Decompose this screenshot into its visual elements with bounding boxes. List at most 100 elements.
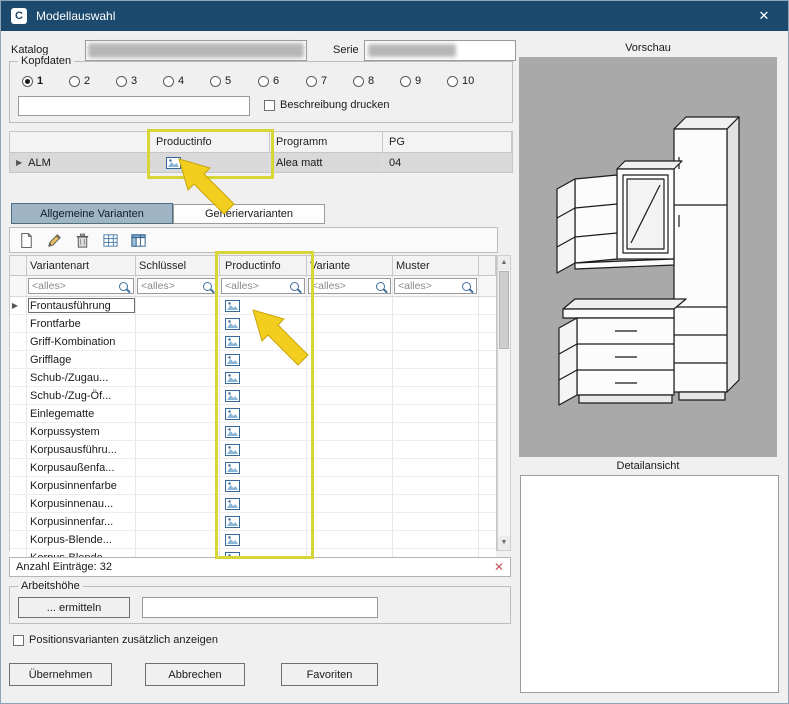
- variants-toolbar: [9, 227, 498, 253]
- beschreibung-drucken-checkbox[interactable]: Beschreibung drucken: [264, 99, 389, 111]
- katalog-input[interactable]: [85, 40, 307, 61]
- kopfdaten-text-input[interactable]: [18, 96, 250, 116]
- tab-allgemeine-varianten[interactable]: Allgemeine Varianten: [11, 203, 173, 224]
- kopfdaten-radio-8[interactable]: 8: [353, 75, 374, 87]
- filter-variantenart[interactable]: <alles>: [28, 278, 134, 294]
- detailansicht-label: Detailansicht: [519, 460, 777, 472]
- redacted-serie-value: [368, 44, 456, 57]
- header-muster[interactable]: Muster: [393, 256, 479, 275]
- preview-3d-model: [519, 57, 777, 457]
- kopfdaten-radio-10[interactable]: 10: [447, 75, 474, 87]
- radio-selected-icon: [22, 76, 33, 87]
- filter-schluessel[interactable]: <alles>: [137, 278, 218, 294]
- row-label: Grifflage: [30, 354, 71, 366]
- ermitteln-button[interactable]: ... ermitteln: [18, 597, 130, 618]
- kopfdaten-radio-2[interactable]: 2: [69, 75, 90, 87]
- table-row[interactable]: Korpusinnenfarbe: [10, 477, 496, 495]
- table-row[interactable]: Korpussystem: [10, 423, 496, 441]
- table-row[interactable]: Korpusinnenfar...: [10, 513, 496, 531]
- favoriten-button[interactable]: Favoriten: [281, 663, 378, 686]
- header-productinfo[interactable]: Productinfo: [150, 132, 270, 152]
- productinfo-image-icon[interactable]: [225, 408, 240, 420]
- new-item-icon[interactable]: [16, 230, 36, 250]
- radio-icon: [116, 76, 127, 87]
- table-row[interactable]: Schub-/Zug-Öf...: [10, 387, 496, 405]
- arbeitshoehe-groupbox: Arbeitshöhe ... ermitteln: [9, 586, 511, 624]
- abbrechen-button[interactable]: Abbrechen: [145, 663, 245, 686]
- clear-filter-icon[interactable]: ✕: [494, 560, 504, 574]
- productinfo-image-icon[interactable]: [225, 426, 240, 438]
- model-row-alm[interactable]: ▶ALM Alea matt 04: [10, 153, 512, 172]
- productinfo-image-icon[interactable]: [225, 498, 240, 510]
- filter-productinfo[interactable]: <alles>: [221, 278, 305, 294]
- table-row[interactable]: Einlegematte: [10, 405, 496, 423]
- model-programm: Alea matt: [276, 157, 322, 169]
- productinfo-image-icon[interactable]: [225, 336, 240, 348]
- productinfo-image-icon[interactable]: [225, 372, 240, 384]
- table-row[interactable]: Korpusausführu...: [10, 441, 496, 459]
- kopfdaten-groupbox: Kopfdaten 1 2 3 4 5 6 7 8 9 10 Beschreib…: [9, 61, 513, 123]
- tab-generiervarianten[interactable]: Generiervarianten: [173, 204, 325, 224]
- row-expander-icon[interactable]: ▶: [12, 301, 18, 310]
- checkbox-icon: [13, 635, 24, 646]
- header-programm[interactable]: Programm: [270, 132, 383, 152]
- header-variantenart[interactable]: Variantenart: [27, 256, 136, 275]
- table-columns-icon[interactable]: [128, 230, 148, 250]
- row-label: Korpusinnenfar...: [30, 516, 113, 528]
- titlebar[interactable]: C Modellauswahl ✕: [1, 1, 788, 31]
- table-row[interactable]: Grifflage: [10, 351, 496, 369]
- productinfo-image-icon[interactable]: [225, 354, 240, 366]
- arbeitshoehe-input[interactable]: [142, 597, 378, 618]
- productinfo-image-icon[interactable]: [225, 462, 240, 474]
- radio-icon: [163, 76, 174, 87]
- table-row[interactable]: Schub-/Zugau...: [10, 369, 496, 387]
- close-icon[interactable]: ✕: [750, 1, 778, 31]
- row-label: Korpusinnenau...: [30, 498, 113, 510]
- productinfo-image-icon[interactable]: [166, 157, 181, 169]
- productinfo-image-icon[interactable]: [225, 480, 240, 492]
- variant-table-scrollbar[interactable]: ▲ ▼: [497, 255, 511, 551]
- kopfdaten-radio-1[interactable]: 1: [22, 75, 43, 87]
- scroll-up-icon[interactable]: ▲: [498, 256, 510, 270]
- serie-input[interactable]: [364, 40, 516, 61]
- uebernehmen-button[interactable]: Übernehmen: [9, 663, 112, 686]
- row-label: Korpus-Blende...: [30, 534, 112, 546]
- header-variante[interactable]: Variante: [307, 256, 393, 275]
- productinfo-image-icon[interactable]: [225, 318, 240, 330]
- row-label: Frontausführung: [30, 300, 111, 312]
- vorschau-label: Vorschau: [519, 42, 777, 54]
- delete-trash-icon[interactable]: [72, 230, 92, 250]
- scrollbar-thumb[interactable]: [499, 271, 509, 349]
- productinfo-image-icon[interactable]: [225, 390, 240, 402]
- table-grid-icon[interactable]: [100, 230, 120, 250]
- productinfo-image-icon[interactable]: [225, 300, 240, 312]
- header-pg[interactable]: PG: [383, 132, 512, 152]
- table-row[interactable]: Korpusaußenfa...: [10, 459, 496, 477]
- productinfo-image-icon[interactable]: [225, 516, 240, 528]
- table-row[interactable]: Griff-Kombination: [10, 333, 496, 351]
- kopfdaten-radio-9[interactable]: 9: [400, 75, 421, 87]
- table-row[interactable]: Frontfarbe: [10, 315, 496, 333]
- header-productinfo[interactable]: Productinfo: [220, 256, 307, 275]
- model-name: ALM: [28, 157, 51, 169]
- kopfdaten-radio-4[interactable]: 4: [163, 75, 184, 87]
- kopfdaten-radio-7[interactable]: 7: [306, 75, 327, 87]
- positionsvarianten-checkbox[interactable]: Positionsvarianten zusätzlich anzeigen: [13, 634, 218, 646]
- scroll-down-icon[interactable]: ▼: [498, 536, 510, 550]
- table-row[interactable]: ▶ Frontausführung: [10, 297, 496, 315]
- table-row[interactable]: Korpus-Blende...: [10, 531, 496, 549]
- productinfo-image-icon[interactable]: [225, 444, 240, 456]
- kopfdaten-radio-6[interactable]: 6: [258, 75, 279, 87]
- table-row[interactable]: Korpusinnenau...: [10, 495, 496, 513]
- kopfdaten-radio-3[interactable]: 3: [116, 75, 137, 87]
- variant-table: Variantenart Schlüssel Productinfo Varia…: [9, 255, 497, 551]
- vorschau-panel: [519, 57, 777, 457]
- search-icon: [462, 282, 471, 291]
- header-schluessel[interactable]: Schlüssel: [136, 256, 220, 275]
- filter-muster[interactable]: <alles>: [394, 278, 477, 294]
- productinfo-image-icon[interactable]: [225, 534, 240, 546]
- kopfdaten-radio-5[interactable]: 5: [210, 75, 231, 87]
- edit-pencil-icon[interactable]: [44, 230, 64, 250]
- row-expander-icon[interactable]: ▶: [16, 158, 22, 167]
- filter-variante[interactable]: <alles>: [308, 278, 391, 294]
